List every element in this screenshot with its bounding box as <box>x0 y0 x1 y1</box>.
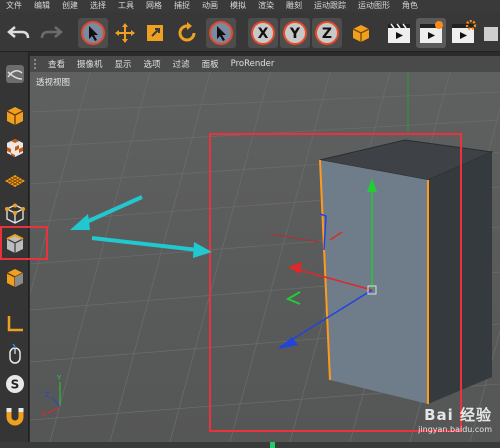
menu-item-mesh[interactable]: 网格 <box>140 0 168 12</box>
axis-corner-icon <box>7 316 23 332</box>
viewport-title: 透视视图 <box>36 78 71 88</box>
clapboard-play-icon <box>420 21 443 43</box>
menu-item-tools[interactable]: 工具 <box>112 0 140 12</box>
viewport-menu-filter[interactable]: 过滤 <box>167 58 196 70</box>
polygons-cube-icon <box>6 269 23 287</box>
viewport-menu-prorender[interactable]: ProRender <box>225 59 281 69</box>
x-axis-icon: X <box>251 21 275 45</box>
perspective-viewport[interactable]: Y X Z 透视视图 Bai 经验 jingyan.baidu.com <box>30 72 500 442</box>
watermark-url: jingyan.baidu.com <box>418 425 492 434</box>
timeline-strip <box>0 442 500 448</box>
clapboard-icon <box>388 23 410 43</box>
render-view-button[interactable] <box>384 18 414 48</box>
menu-item-mograph[interactable]: 运动图形 <box>352 0 396 12</box>
undo-button[interactable] <box>4 18 34 48</box>
viewport-menu-options[interactable]: 选项 <box>138 58 167 70</box>
svg-text:Z: Z <box>45 391 50 399</box>
menu-item-motion-tracking[interactable]: 运动跟踪 <box>308 0 352 12</box>
drag-grip-icon[interactable] <box>34 59 40 69</box>
watermark: Bai 经验 jingyan.baidu.com <box>418 404 492 434</box>
scale-button[interactable] <box>140 18 170 48</box>
watermark-brand: Bai 经验 <box>424 406 492 424</box>
clapboard-gear-icon <box>452 20 477 43</box>
menu-item-create[interactable]: 创建 <box>56 0 84 12</box>
checker-cube-icon <box>6 139 23 157</box>
mouse-icon <box>8 343 21 364</box>
svg-text:S: S <box>10 378 19 392</box>
menu-item-edit[interactable]: 编辑 <box>28 0 56 12</box>
magnet-snap-button[interactable] <box>2 402 27 430</box>
tweak-mode-button[interactable] <box>2 340 27 368</box>
viewport-menu-view[interactable]: 查看 <box>42 58 71 70</box>
partial-tool-icon <box>484 27 498 41</box>
svg-text:X: X <box>42 410 47 418</box>
y-axis-label: Y <box>289 26 301 42</box>
menu-item-simulate[interactable]: 模拟 <box>224 0 252 12</box>
menu-item-character[interactable]: 角色 <box>396 0 424 12</box>
menu-item-file[interactable]: 文件 <box>0 0 28 12</box>
editable-grid-icon <box>5 65 24 83</box>
world-cube-icon <box>352 25 370 42</box>
snap-s-icon: S <box>5 375 24 393</box>
workplane-mode-button[interactable] <box>2 166 27 194</box>
menu-bar: 文件 编辑 创建 选择 工具 网格 捕捉 动画 模拟 渲染 雕刻 运动跟踪 运动… <box>0 0 500 12</box>
z-axis-icon: Z <box>315 21 339 45</box>
x-axis-lock-button[interactable]: X <box>248 18 278 48</box>
z-axis-lock-button[interactable]: Z <box>312 18 342 48</box>
y-axis-lock-button[interactable]: Y <box>280 18 310 48</box>
redo-icon <box>40 26 63 39</box>
selected-cube <box>319 139 494 404</box>
axis-mode-button[interactable] <box>2 310 27 338</box>
live-selection-button[interactable] <box>78 18 108 48</box>
viewport-menu-panel[interactable]: 面板 <box>196 58 225 70</box>
svg-text:Y: Y <box>56 374 62 382</box>
snapping-button[interactable]: S <box>2 370 27 398</box>
cursor-tool-icon <box>209 21 233 45</box>
playhead-marker[interactable] <box>270 442 275 448</box>
menu-item-animate[interactable]: 动画 <box>196 0 224 12</box>
points-cube-icon <box>4 203 25 224</box>
redo-button[interactable] <box>36 18 66 48</box>
y-axis-icon: Y <box>283 21 307 45</box>
texture-mode-button[interactable] <box>2 134 27 162</box>
viewport-menu-camera[interactable]: 摄像机 <box>71 58 109 70</box>
main-toolbar: X Y Z <box>0 12 500 52</box>
model-mode-button[interactable] <box>2 102 27 130</box>
coordinate-system-button[interactable] <box>346 18 376 48</box>
x-axis-label: X <box>258 26 269 42</box>
move-arrows-icon <box>115 23 135 43</box>
recent-tool-button[interactable] <box>206 18 236 48</box>
menu-item-sculpt[interactable]: 雕刻 <box>280 0 308 12</box>
points-mode-button[interactable] <box>2 200 27 228</box>
viewport-scene: Y X Z <box>30 72 500 442</box>
z-axis-label: Z <box>322 26 332 42</box>
model-cube-icon <box>6 107 23 125</box>
undo-icon <box>7 26 30 39</box>
make-editable-button[interactable] <box>2 60 27 88</box>
menu-item-render[interactable]: 渲染 <box>252 0 280 12</box>
viewport-menu-display[interactable]: 显示 <box>109 58 138 70</box>
menu-item-select[interactable]: 选择 <box>84 0 112 12</box>
rotate-icon <box>178 22 196 42</box>
grid-plane-icon <box>4 175 25 187</box>
render-settings-button[interactable] <box>448 18 478 48</box>
render-to-picture-viewer-button[interactable] <box>416 18 446 48</box>
toolbar-overflow-button[interactable] <box>478 18 500 48</box>
selection-cursor-icon <box>81 21 105 45</box>
viewport-menu-bar: 查看 摄像机 显示 选项 过滤 面板 ProRender <box>30 56 500 72</box>
menu-item-snap[interactable]: 捕捉 <box>168 0 196 12</box>
scale-icon <box>147 25 163 41</box>
polygons-mode-button[interactable] <box>2 264 27 292</box>
move-button[interactable] <box>110 18 140 48</box>
palette-highlight-box <box>0 226 48 260</box>
magnet-icon <box>6 408 23 426</box>
rotate-button[interactable] <box>172 18 202 48</box>
